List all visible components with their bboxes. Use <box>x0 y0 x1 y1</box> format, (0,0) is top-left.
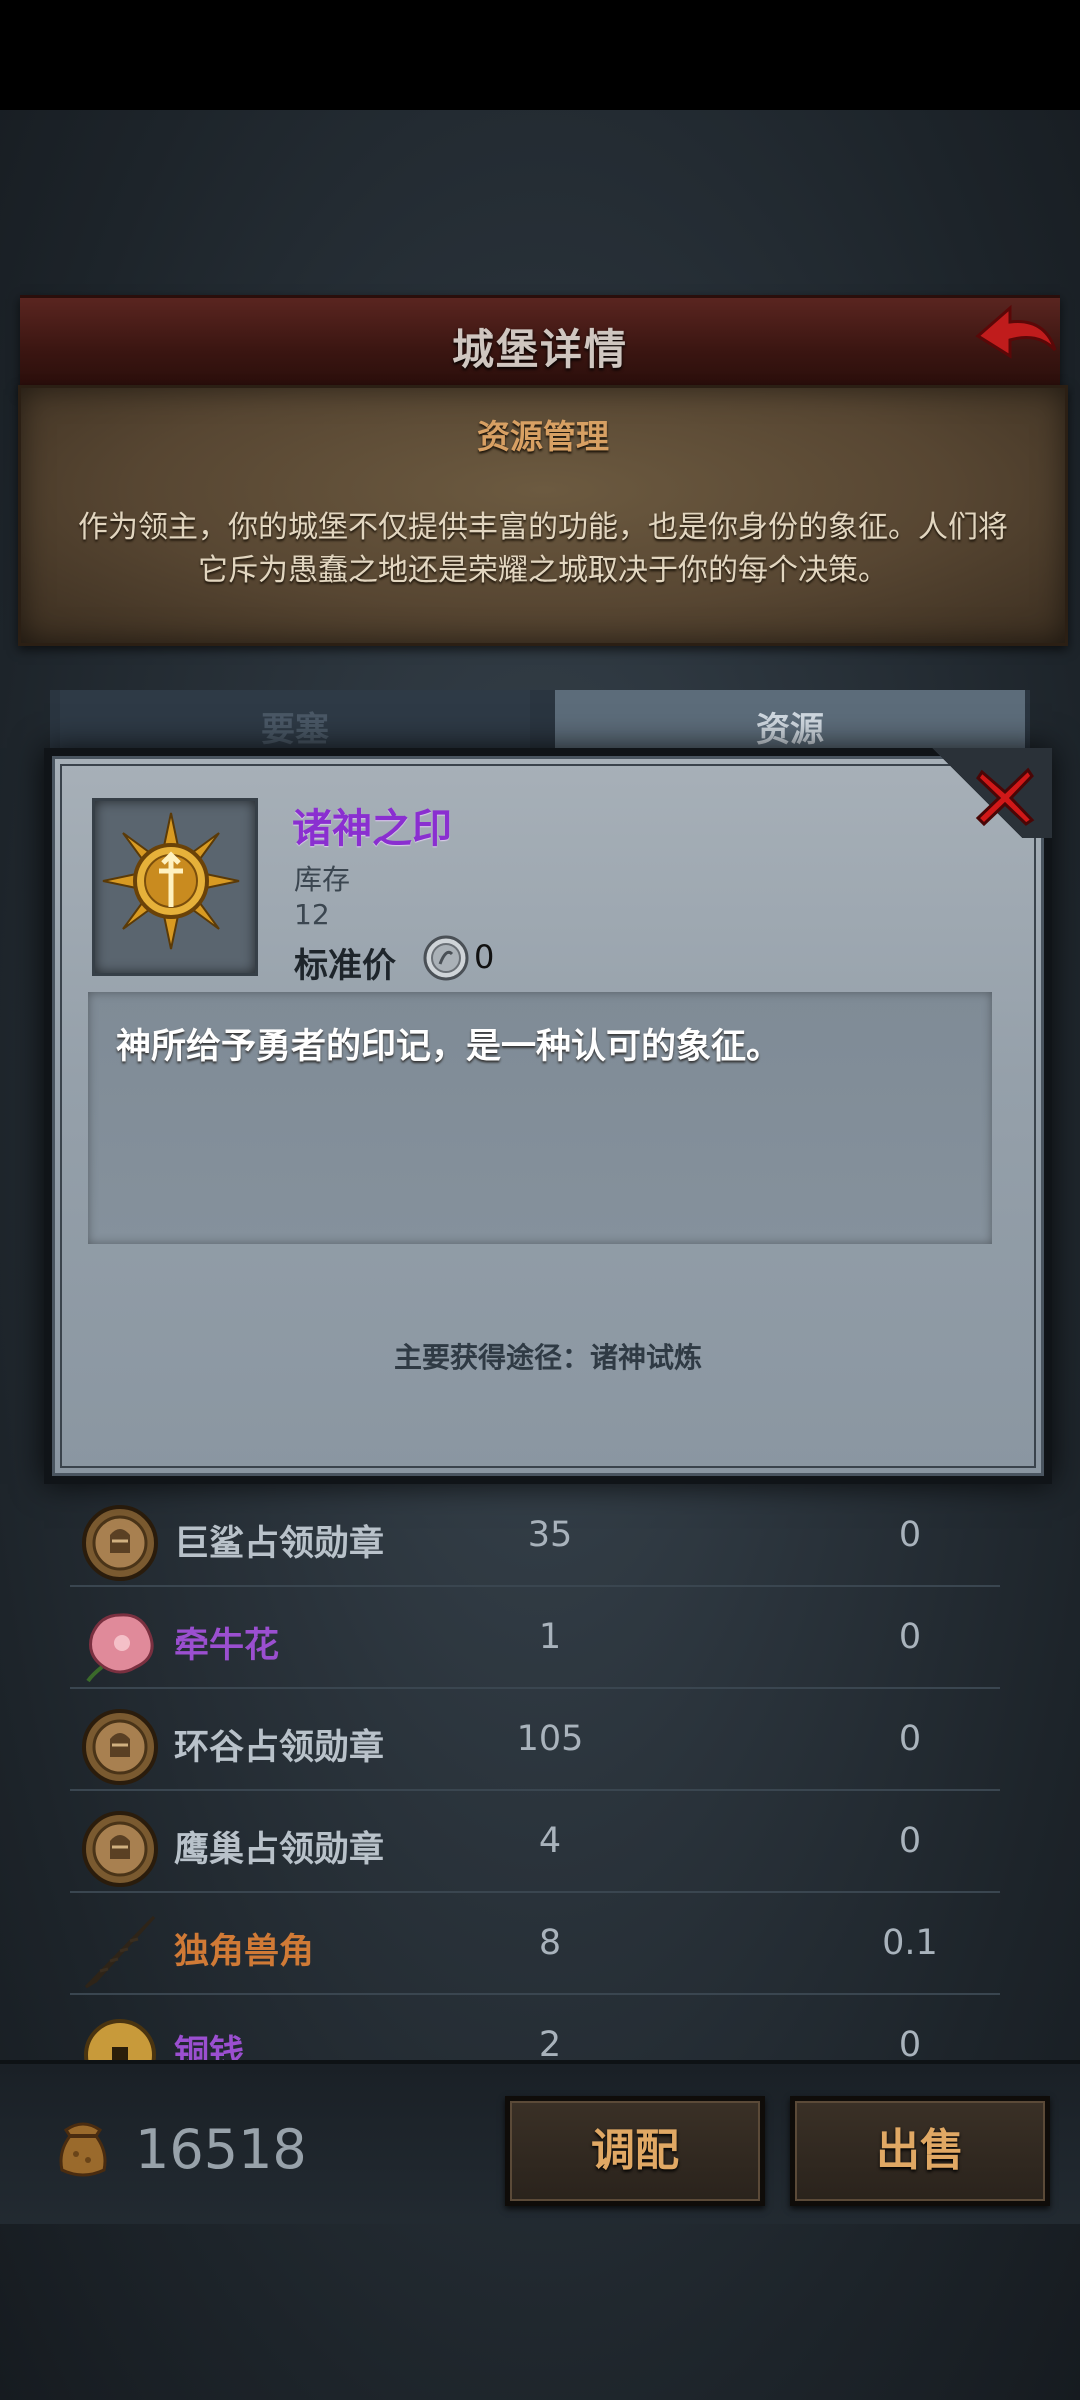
stock-label: 库存 <box>294 863 351 896</box>
tab-fortress[interactable]: 要塞 <box>60 690 530 750</box>
resource-quantity: 1 <box>538 1617 562 1657</box>
resource-name: 独角兽角 <box>174 1932 315 1972</box>
resource-name: 巨鲨占领勋章 <box>174 1524 385 1564</box>
resource-list: 巨鲨占领勋章 35 0 牵牛花 1 0 环谷占领勋章 105 0 鹰巢占领勋章 4 0 独角兽角 8 0.1… <box>70 1485 1000 2097</box>
resource-row[interactable]: 环谷占领勋章 105 0 <box>70 1689 1000 1791</box>
resource-price: 0 <box>898 1515 922 1555</box>
silver-coin-icon <box>423 935 469 981</box>
sun-seal-icon <box>102 812 240 950</box>
item-icon-frame <box>92 798 258 976</box>
description-box: 神所给予勇者的印记，是一种认可的象征。 <box>88 992 992 1244</box>
back-arrow-icon <box>975 304 1057 359</box>
info-panel: 资源管理 作为领主，你的城堡不仅提供丰富的功能，也是你身份的象征。人们将它斥为愚… <box>18 385 1068 646</box>
page-title: 城堡详情 <box>451 325 628 374</box>
back-button[interactable] <box>970 300 1060 372</box>
medal-icon <box>80 1809 160 1889</box>
price-label: 标准价 <box>294 946 396 986</box>
stock-value: 12 <box>294 898 330 931</box>
resource-row[interactable]: 鹰巢占领勋章 4 0 <box>70 1791 1000 1893</box>
resource-price: 0 <box>898 1719 922 1759</box>
header-banner: 城堡详情 <box>20 295 1060 391</box>
resource-quantity: 35 <box>527 1515 573 1555</box>
resource-quantity: 105 <box>516 1719 584 1759</box>
resource-row[interactable]: 独角兽角 8 0.1 <box>70 1893 1000 1995</box>
acquisition-source: 主要获得途径：诸神试炼 <box>393 1341 702 1374</box>
bottom-bar: 16518 调配 出售 <box>0 2060 1080 2224</box>
resource-price: 0 <box>898 1821 922 1861</box>
resource-price: 0 <box>898 2025 922 2065</box>
gold-amount: 16518 <box>135 2118 307 2181</box>
info-text: 作为领主，你的城堡不仅提供丰富的功能，也是你身份的象征。人们将它斥为愚蠢之地还是… <box>78 510 1008 588</box>
medal-icon <box>80 1707 160 1787</box>
resource-row[interactable]: 牵牛花 1 0 <box>70 1587 1000 1689</box>
resource-name: 鹰巢占领勋章 <box>174 1830 385 1870</box>
price-value: 0 <box>474 938 495 976</box>
resource-quantity: 8 <box>538 1923 562 1963</box>
resource-quantity: 4 <box>538 1821 562 1861</box>
resource-price: 0 <box>898 1617 922 1657</box>
info-title: 资源管理 <box>477 417 609 456</box>
close-button[interactable] <box>970 762 1040 832</box>
item-detail-popup: 诸神之印 库存 12 标准价 0 神所给予勇者的印记，是一种认可的象征。 主要获… <box>44 748 1052 1484</box>
close-icon <box>975 767 1035 827</box>
medal-icon <box>80 1503 160 1583</box>
item-name: 诸神之印 <box>292 806 452 852</box>
gold-bag-icon <box>48 2112 118 2182</box>
sell-button[interactable]: 出售 <box>790 2096 1050 2206</box>
flower-icon <box>80 1605 160 1685</box>
resource-row[interactable]: 巨鲨占领勋章 35 0 <box>70 1485 1000 1587</box>
item-description: 神所给予勇者的印记，是一种认可的象征。 <box>116 1027 782 1067</box>
allocate-button[interactable]: 调配 <box>505 2096 765 2206</box>
tab-resources[interactable]: 资源 <box>555 690 1025 750</box>
resource-name: 牵牛花 <box>174 1626 280 1666</box>
status-bar <box>0 0 1080 110</box>
resource-name: 环谷占领勋章 <box>174 1728 385 1768</box>
resource-price: 0.1 <box>882 1923 938 1963</box>
resource-quantity: 2 <box>538 2025 562 2065</box>
horn-icon <box>80 1911 160 1991</box>
